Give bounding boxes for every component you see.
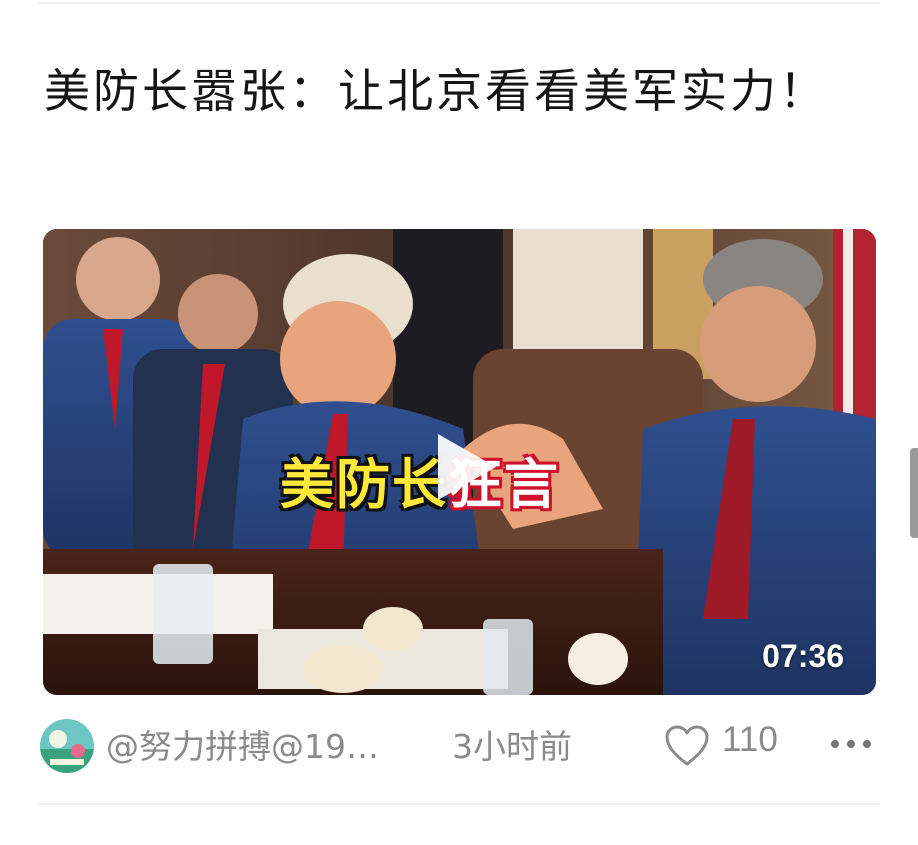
article-meta-row: @努力拼搏@19… 3小时前 110 <box>40 716 880 773</box>
play-icon[interactable] <box>424 428 502 506</box>
post-time: 3小时前 <box>452 727 572 766</box>
avatar-image <box>40 719 94 773</box>
caption-part-yellow: 美防长 <box>280 453 448 516</box>
article-title[interactable]: 美防长嚣张：让北京看看美军实力！ <box>44 48 864 134</box>
video-duration: 07:36 <box>762 638 844 674</box>
video-thumbnail[interactable]: 美防长狂言 07:36 <box>43 229 876 695</box>
heart-icon[interactable] <box>664 724 710 768</box>
more-dots-icon[interactable] <box>830 738 872 750</box>
bottom-divider <box>38 803 880 805</box>
author-avatar[interactable] <box>40 719 94 773</box>
news-feed-card[interactable]: 美防长嚣张：让北京看看美军实力！ 美防长狂言 07:36 @努力拼搏@19… 3… <box>0 0 918 845</box>
author-name[interactable]: @努力拼搏@19… <box>106 720 379 768</box>
top-divider <box>38 2 880 4</box>
video-overlay-caption: 美防长狂言 <box>280 440 560 520</box>
scrollbar-thumb[interactable] <box>910 448 918 538</box>
like-count: 110 <box>722 720 778 759</box>
